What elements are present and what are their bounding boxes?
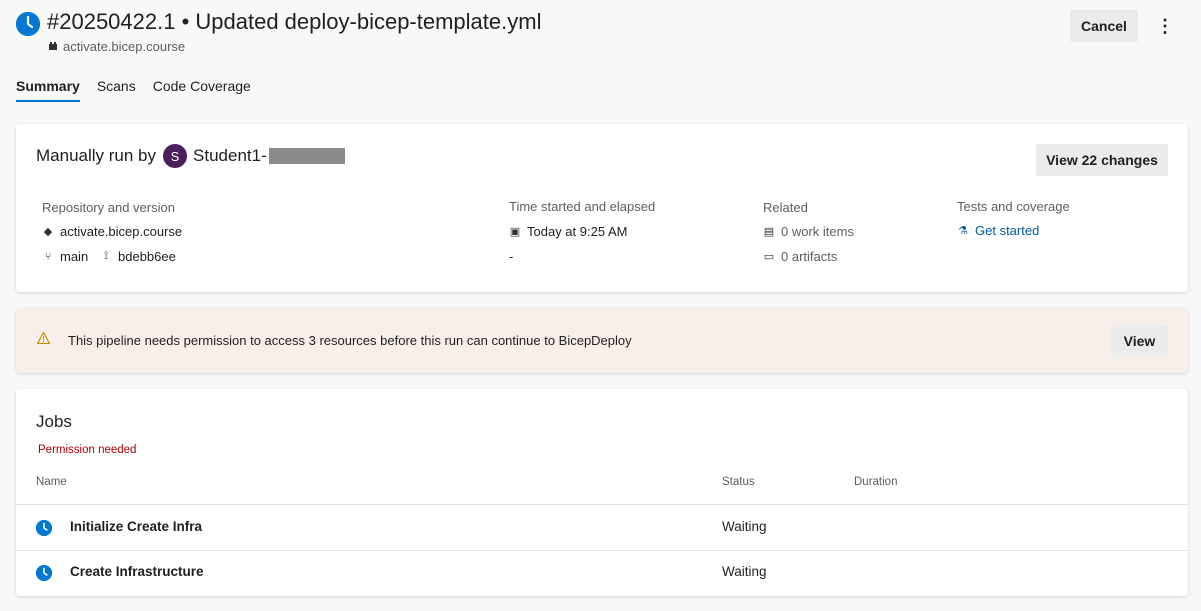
job-name: Initialize Create Infra — [70, 519, 203, 534]
time-elapsed: - — [509, 249, 514, 264]
job-name: Create Infrastructure — [70, 564, 204, 579]
artifact-icon: ▭ — [763, 251, 775, 263]
tab-summary[interactable]: Summary — [16, 76, 80, 102]
artifacts-count: 0 artifacts — [781, 249, 838, 264]
table-row[interactable]: Initialize Create Infra Waiting — [16, 505, 1188, 550]
jobs-title: Jobs — [36, 412, 72, 431]
warning-icon — [36, 331, 51, 347]
git-repo-icon: ◆ — [43, 226, 53, 238]
time-started-value: Today at 9:25 AM — [527, 224, 628, 239]
tab-code-coverage[interactable]: Code Coverage — [153, 76, 251, 102]
column-header-status: Status — [722, 476, 755, 488]
branch-name: main — [60, 249, 89, 264]
column-header-name: Name — [36, 476, 67, 488]
view-changes-button[interactable]: View 22 changes — [1036, 144, 1168, 176]
table-row[interactable]: Create Infrastructure Waiting — [16, 551, 1188, 596]
job-status: Waiting — [722, 564, 767, 579]
get-started-link[interactable]: ⚗ Get started — [957, 223, 1039, 238]
banner-message: This pipeline needs permission to access… — [68, 333, 632, 348]
commit-icon: ⟟ — [103, 250, 109, 262]
branch-icon: ⑂ — [44, 250, 52, 263]
tests-label: Tests and coverage — [957, 199, 1070, 214]
tab-bar: Summary Scans Code Coverage — [16, 76, 268, 102]
job-status: Waiting — [722, 519, 767, 534]
work-item-icon: ▤ — [763, 226, 775, 238]
permission-needed-label: Permission needed — [38, 444, 137, 456]
repo-subtitle-label: activate.bicep.course — [63, 39, 186, 54]
artifacts-link[interactable]: ▭ 0 artifacts — [763, 249, 838, 264]
calendar-icon: ▣ — [509, 226, 521, 238]
commit-link[interactable]: ⟟ bdebb6ee — [100, 249, 176, 264]
summary-card: Manually run by S Student1- View 22 chan… — [16, 124, 1188, 292]
clock-icon — [36, 520, 52, 536]
repo-version-label: Repository and version — [42, 200, 175, 215]
redacted-block — [268, 148, 345, 164]
time-started: ▣ Today at 9:25 AM — [509, 224, 628, 239]
manual-run-line: Manually run by S Student1- — [36, 144, 345, 168]
time-label: Time started and elapsed — [509, 199, 656, 214]
branch-link[interactable]: ⑂ main — [42, 249, 89, 264]
work-items-link[interactable]: ▤ 0 work items — [763, 224, 854, 239]
work-items-count: 0 work items — [781, 224, 854, 239]
run-status-clock-icon — [16, 12, 40, 36]
repo-subtitle[interactable]: activate.bicep.course — [48, 39, 185, 54]
manual-run-prefix: Manually run by — [36, 146, 157, 165]
tab-scans[interactable]: Scans — [97, 76, 136, 102]
cancel-button[interactable]: Cancel — [1070, 10, 1138, 42]
jobs-card: Jobs Permission needed Name Status Durat… — [16, 389, 1188, 596]
repo-link[interactable]: ◆ activate.bicep.course — [42, 224, 182, 239]
clock-icon — [36, 565, 52, 581]
more-options-icon[interactable]: ⋮ — [1152, 12, 1178, 40]
related-label: Related — [763, 200, 808, 215]
column-header-duration: Duration — [854, 476, 898, 488]
repo-icon — [48, 39, 58, 54]
repo-name: activate.bicep.course — [60, 224, 183, 239]
user-name[interactable]: Student1- — [193, 146, 267, 166]
avatar: S — [163, 144, 188, 168]
view-permissions-button[interactable]: View — [1111, 325, 1168, 357]
page-title: #20250422.1 • Updated deploy-bicep-templ… — [47, 9, 542, 34]
permission-banner: This pipeline needs permission to access… — [16, 308, 1188, 373]
get-started-label: Get started — [975, 223, 1040, 238]
flask-icon: ⚗ — [958, 225, 968, 237]
commit-hash: bdebb6ee — [118, 249, 176, 264]
